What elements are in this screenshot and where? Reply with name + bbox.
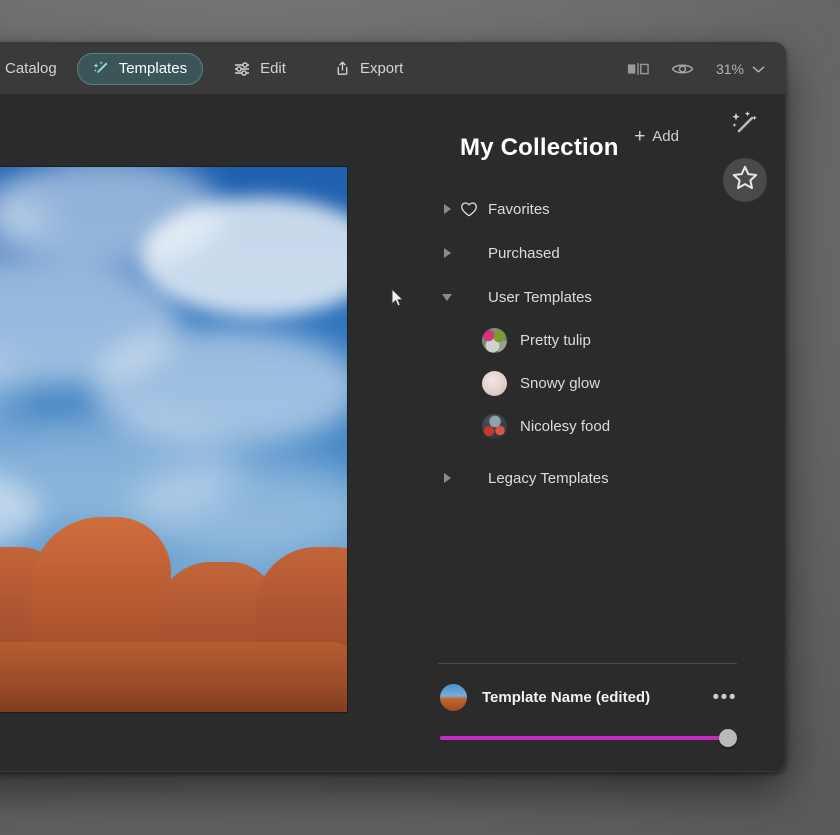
tree-item-purchased[interactable]: Purchased <box>390 231 785 275</box>
tree-item-label: Purchased <box>488 246 560 261</box>
tab-export[interactable]: Export <box>318 53 419 85</box>
panel-right-rail <box>715 109 775 202</box>
plus-icon: + <box>634 127 645 146</box>
template-name-label: Pretty tulip <box>520 332 591 349</box>
selected-template-thumbnail <box>440 684 467 711</box>
slider-fill <box>440 736 728 740</box>
tab-edit[interactable]: Edit <box>217 53 302 85</box>
template-name-label: Snowy glow <box>520 375 600 392</box>
tree-item-label: Legacy Templates <box>488 471 609 486</box>
selected-template-section: Template Name (edited) ••• <box>390 663 785 772</box>
chevron-right-icon[interactable] <box>440 248 454 258</box>
foreground-ground <box>0 678 347 712</box>
image-canvas[interactable] <box>0 95 390 772</box>
selected-template-row: Template Name (edited) ••• <box>390 684 785 711</box>
template-tree: Favorites Purchased User Templates Prett… <box>390 173 785 500</box>
top-toolbar: Catalog Templates <box>0 43 785 95</box>
more-options-button[interactable]: ••• <box>713 688 737 707</box>
template-thumbnail <box>482 371 507 396</box>
rock-formation <box>0 497 347 712</box>
list-item[interactable]: Nicolesy food <box>390 405 785 448</box>
toolbar-right-group: 31% <box>627 61 771 77</box>
chevron-down-icon <box>752 61 765 77</box>
tab-templates[interactable]: Templates <box>77 53 203 85</box>
photo-preview[interactable] <box>0 167 347 712</box>
magic-wand-sparkle-icon[interactable] <box>730 109 760 144</box>
template-thumbnail <box>482 328 507 353</box>
add-button[interactable]: + Add <box>634 127 679 146</box>
zoom-level-value: 31% <box>716 61 744 77</box>
tab-templates-label: Templates <box>119 61 187 76</box>
application-window: Catalog Templates <box>0 42 786 772</box>
magic-wand-icon <box>93 60 110 77</box>
slider-knob[interactable] <box>719 729 737 747</box>
list-item[interactable]: Snowy glow <box>390 362 785 405</box>
template-thumbnail <box>482 414 507 439</box>
list-item[interactable]: Pretty tulip <box>390 319 785 362</box>
chevron-right-icon[interactable] <box>440 204 454 214</box>
tab-catalog[interactable]: Catalog <box>0 53 73 85</box>
heart-icon <box>460 201 482 218</box>
selected-template-name: Template Name (edited) <box>482 690 650 705</box>
zoom-level-control[interactable]: 31% <box>716 61 765 77</box>
tab-edit-label: Edit <box>260 61 286 76</box>
tab-export-label: Export <box>360 61 403 76</box>
window-body: My Collection + Add <box>0 95 785 772</box>
eye-preview-icon[interactable] <box>671 61 694 77</box>
tree-item-label: Favorites <box>488 202 550 217</box>
chevron-right-icon[interactable] <box>440 473 454 483</box>
tree-item-label: User Templates <box>488 290 592 305</box>
tree-item-legacy-templates[interactable]: Legacy Templates <box>390 456 785 500</box>
tree-item-user-templates[interactable]: User Templates <box>390 275 785 319</box>
add-button-label: Add <box>652 128 679 145</box>
share-upload-icon <box>334 60 351 77</box>
page-title: My Collection <box>460 134 619 162</box>
compare-split-view-icon[interactable] <box>627 61 649 77</box>
sliders-icon <box>233 60 251 78</box>
star-outline-icon <box>731 164 759 197</box>
template-name-label: Nicolesy food <box>520 418 610 435</box>
divider <box>438 663 737 664</box>
templates-panel: My Collection + Add <box>390 95 785 772</box>
template-strength-slider[interactable] <box>440 729 737 747</box>
toolbar-tab-group: Catalog Templates <box>0 53 419 85</box>
tab-catalog-label: Catalog <box>5 61 57 76</box>
favorite-star-button[interactable] <box>723 158 767 202</box>
chevron-down-icon[interactable] <box>440 294 454 301</box>
